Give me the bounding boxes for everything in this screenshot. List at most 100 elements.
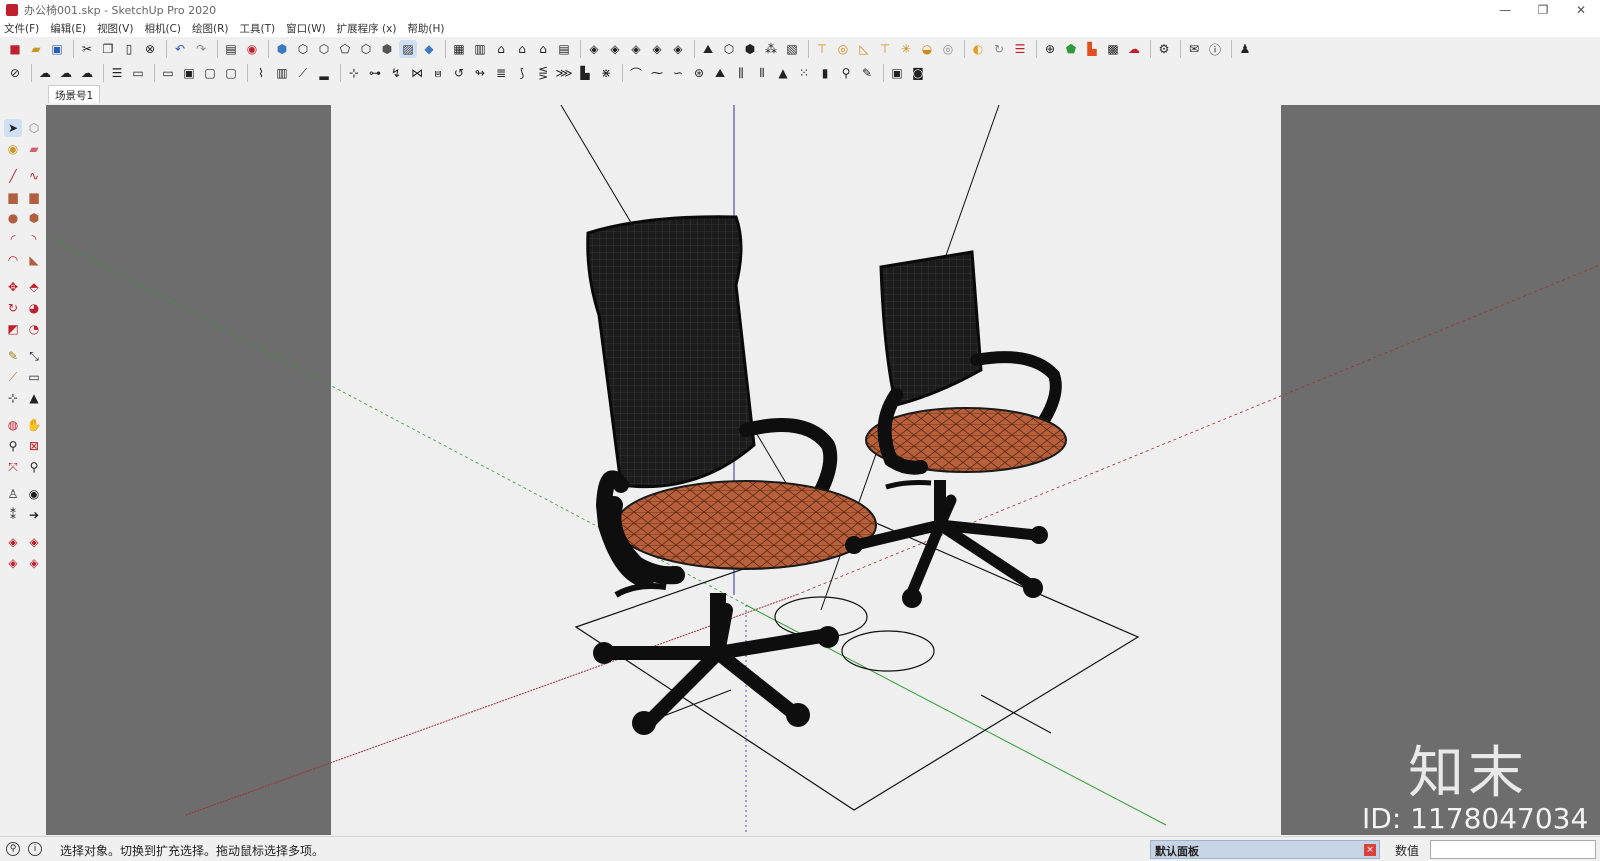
material-icon[interactable]: ◈ bbox=[585, 40, 603, 58]
paste-icon[interactable]: ▯ bbox=[120, 40, 138, 58]
axes-icon[interactable]: ⊤ bbox=[876, 40, 894, 58]
copy-icon[interactable]: ❐ bbox=[99, 40, 117, 58]
rotate-icon[interactable]: ↻ bbox=[4, 299, 22, 317]
geo-status-icon[interactable]: ⚲ bbox=[6, 842, 20, 856]
dots-grid-icon[interactable]: ⁙ bbox=[795, 64, 813, 82]
arc-icon[interactable]: ◜ bbox=[4, 230, 22, 248]
eraser-icon[interactable]: ▰ bbox=[25, 140, 43, 158]
store-icon[interactable]: ▤ bbox=[555, 40, 573, 58]
mesh-icon[interactable]: ⋇ bbox=[597, 64, 615, 82]
tab-scene-1[interactable]: 场景号1 bbox=[48, 85, 101, 103]
extension-tool-1-icon[interactable]: ◈ bbox=[4, 533, 22, 551]
axes-tool-icon[interactable]: ⊹ bbox=[4, 389, 22, 407]
hatch-icon[interactable]: ▧ bbox=[783, 40, 801, 58]
render-icon[interactable]: ▣ bbox=[888, 64, 906, 82]
rotated-rectangle-icon[interactable]: ▆ bbox=[25, 188, 43, 206]
dimension-tool-icon[interactable]: ⤡ bbox=[25, 347, 43, 365]
model-info-icon[interactable]: ◉ bbox=[243, 40, 261, 58]
zoom-icon[interactable]: ⚲ bbox=[4, 437, 22, 455]
3d-text-icon[interactable]: ◎ bbox=[939, 40, 957, 58]
grass-icon[interactable]: ⁂ bbox=[762, 40, 780, 58]
menu-edit[interactable]: 编辑(E) bbox=[50, 21, 86, 36]
mail-icon[interactable]: ✉ bbox=[1185, 40, 1203, 58]
redo-icon[interactable]: ↷ bbox=[192, 40, 210, 58]
window-icon[interactable]: ▭ bbox=[159, 64, 177, 82]
book-icon[interactable]: ▮ bbox=[816, 64, 834, 82]
bar-steps-icon[interactable]: ▂ bbox=[315, 64, 333, 82]
fold-icon[interactable]: ⋙ bbox=[555, 64, 573, 82]
zoom-previous-icon[interactable]: ⚲ bbox=[25, 458, 43, 476]
menu-file[interactable]: 文件(F) bbox=[4, 21, 39, 36]
menu-camera[interactable]: 相机(C) bbox=[144, 21, 181, 36]
extension-warehouse-icon[interactable]: ⬟ bbox=[1062, 40, 1080, 58]
follow-me-icon[interactable]: ◕ bbox=[25, 299, 43, 317]
pie-icon[interactable]: ◣ bbox=[25, 251, 43, 269]
tape-measure-icon[interactable]: ✎ bbox=[4, 347, 22, 365]
move-icon[interactable]: ✥ bbox=[4, 278, 22, 296]
style-builder-icon[interactable]: ▩ bbox=[1104, 40, 1122, 58]
open-folder-icon[interactable]: ▰ bbox=[27, 40, 45, 58]
menu-help[interactable]: 帮助(H) bbox=[407, 21, 444, 36]
user-account-icon[interactable]: ♟ bbox=[1236, 40, 1254, 58]
layout-icon[interactable]: ▙ bbox=[1083, 40, 1101, 58]
undo-icon[interactable]: ↶ bbox=[171, 40, 189, 58]
extrude-icon[interactable]: ▙ bbox=[576, 64, 594, 82]
cube-icon[interactable]: ⬢ bbox=[741, 40, 759, 58]
zoom-extents-icon[interactable]: ⤧ bbox=[4, 458, 22, 476]
stairs-icon[interactable]: ⌇ bbox=[252, 64, 270, 82]
joint-icon[interactable]: ⊹ bbox=[345, 64, 363, 82]
cloud-outline-icon[interactable]: ☁ bbox=[36, 64, 54, 82]
freehand-icon[interactable]: ∿ bbox=[25, 167, 43, 185]
fence-icon[interactable]: ⫼ bbox=[732, 64, 750, 82]
shadow-icon[interactable]: ◈ bbox=[669, 40, 687, 58]
cut-icon[interactable]: ✂ bbox=[78, 40, 96, 58]
orbit-icon[interactable]: ◍ bbox=[4, 416, 22, 434]
paint-bucket-icon[interactable]: ◉ bbox=[4, 140, 22, 158]
building-icon[interactable]: ⌂ bbox=[534, 40, 552, 58]
component-make-icon[interactable]: ⬡ bbox=[25, 119, 43, 137]
sun-icon[interactable]: ✳ bbox=[897, 40, 915, 58]
stack-icon[interactable]: ≣ bbox=[492, 64, 510, 82]
top-view-icon[interactable]: ⬡ bbox=[294, 40, 312, 58]
curve-icon[interactable]: ↯ bbox=[387, 64, 405, 82]
pen-icon[interactable]: ✎ bbox=[858, 64, 876, 82]
scale-icon[interactable]: ◩ bbox=[4, 320, 22, 338]
render-settings-icon[interactable]: ◙ bbox=[909, 64, 927, 82]
component-icon[interactable]: ▦ bbox=[450, 40, 468, 58]
back-view-icon[interactable]: ⬡ bbox=[357, 40, 375, 58]
three-point-arc-icon[interactable]: ◠ bbox=[4, 251, 22, 269]
xray-style-icon[interactable]: ▨ bbox=[399, 40, 417, 58]
extension-tool-2-icon[interactable]: ◈ bbox=[25, 533, 43, 551]
look-around-icon[interactable]: ◉ bbox=[25, 485, 43, 503]
section-plane-tool-icon[interactable]: ➔ bbox=[25, 506, 43, 524]
save-icon[interactable]: ▣ bbox=[48, 40, 66, 58]
erase-icon[interactable]: ⊗ bbox=[141, 40, 159, 58]
person-walk-icon[interactable]: ⚲ bbox=[837, 64, 855, 82]
restore-button[interactable]: ❐ bbox=[1524, 0, 1562, 20]
rotate-curve-icon[interactable]: ↺ bbox=[450, 64, 468, 82]
select-circle-icon[interactable]: ⊘ bbox=[6, 64, 24, 82]
arch-icon[interactable]: ⩏ bbox=[429, 64, 447, 82]
left-view-icon[interactable]: ⬢ bbox=[378, 40, 396, 58]
tape-icon[interactable]: ⊤ bbox=[813, 40, 831, 58]
tray-close-icon[interactable]: × bbox=[1364, 844, 1376, 856]
zoom-window-icon[interactable]: ⊠ bbox=[25, 437, 43, 455]
measurement-input[interactable] bbox=[1430, 840, 1596, 859]
close-button[interactable]: ✕ bbox=[1562, 0, 1600, 20]
scene-icon[interactable]: ◈ bbox=[648, 40, 666, 58]
right-view-icon[interactable]: ⬠ bbox=[336, 40, 354, 58]
position-camera-icon[interactable]: ♙ bbox=[4, 485, 22, 503]
protractor-icon[interactable]: ◺ bbox=[855, 40, 873, 58]
extension-tool-4-icon[interactable]: ◈ bbox=[25, 554, 43, 572]
front-view-icon[interactable]: ⬡ bbox=[315, 40, 333, 58]
instructor-info-icon[interactable]: i bbox=[28, 842, 42, 856]
offset-icon[interactable]: ◔ bbox=[25, 320, 43, 338]
menu-draw[interactable]: 绘图(R) bbox=[192, 21, 229, 36]
mountain-icon[interactable]: ⛰ bbox=[711, 64, 729, 82]
warehouse-icon[interactable]: ⌂ bbox=[492, 40, 510, 58]
text-tool-icon[interactable]: ▭ bbox=[25, 368, 43, 386]
cloud-icon-2[interactable]: ☁ bbox=[78, 64, 96, 82]
bridge-icon[interactable]: ⌒ bbox=[627, 64, 645, 82]
minimize-button[interactable]: — bbox=[1486, 0, 1524, 20]
add-icon[interactable]: ⊕ bbox=[1041, 40, 1059, 58]
